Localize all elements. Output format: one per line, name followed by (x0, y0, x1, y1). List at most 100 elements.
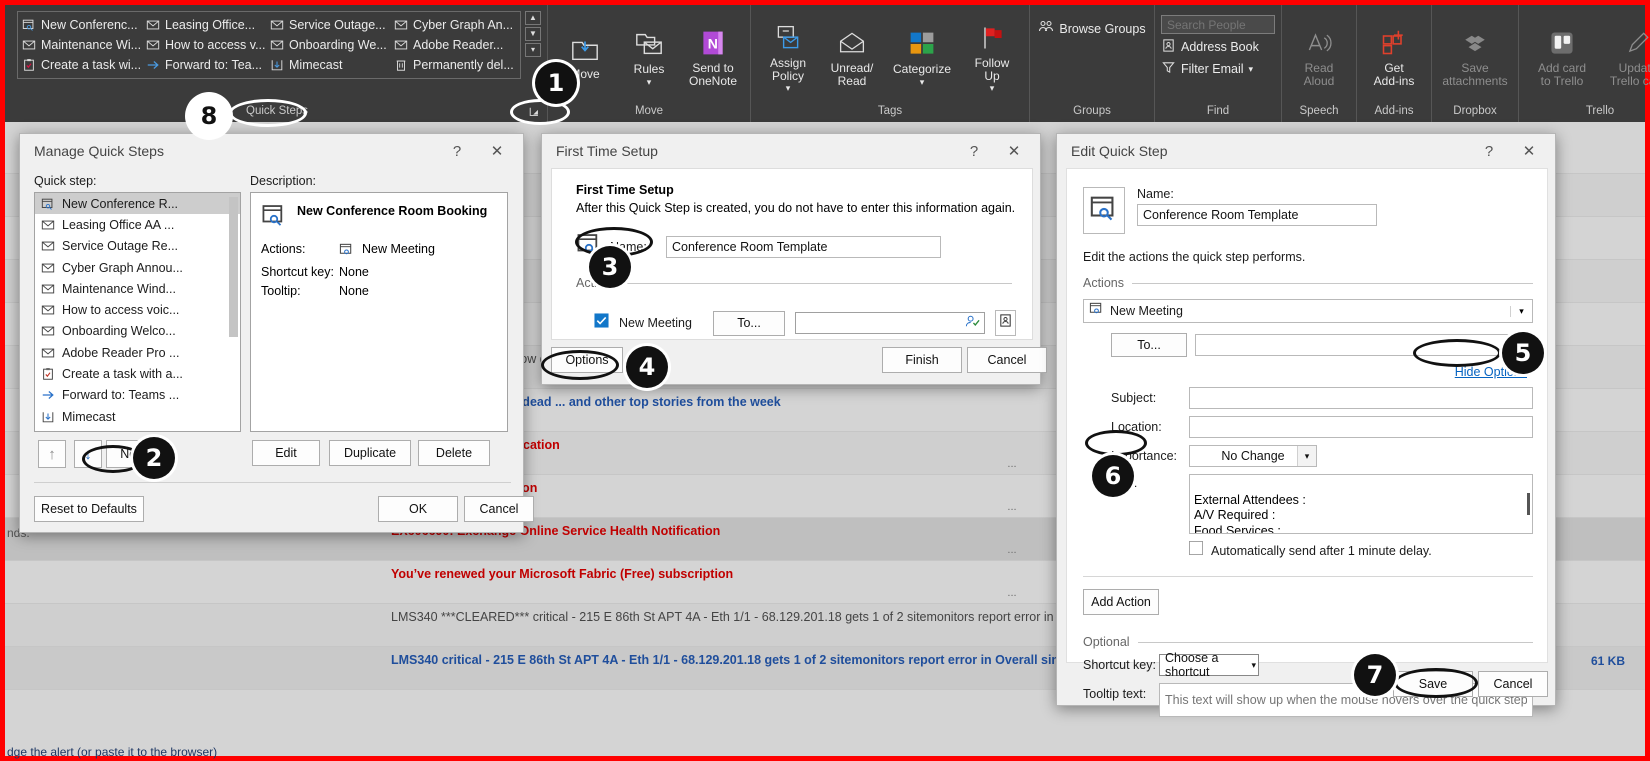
name-input[interactable] (666, 235, 941, 258)
list-item[interactable]: Create a task with a... (35, 363, 240, 384)
update-trello-card-button[interactable]: Update Trello card (1601, 23, 1650, 92)
to-button[interactable]: To... (713, 310, 785, 336)
options-button[interactable]: Options (551, 347, 623, 373)
assign-policy-button[interactable]: Assign Policy ▾ (757, 18, 819, 97)
auto-send-checkbox[interactable] (1189, 541, 1203, 560)
help-icon[interactable]: ? (1469, 136, 1509, 166)
list-item[interactable]: Onboarding Welco... (35, 321, 240, 342)
quick-steps-dialog-launcher[interactable] (527, 105, 541, 118)
quick-step-gallery-item[interactable]: Onboarding We... (270, 35, 392, 55)
to-button[interactable]: To... (1111, 333, 1187, 357)
callout-1: 1 (535, 62, 577, 104)
delete-button[interactable]: Delete (418, 440, 490, 466)
tooltip-text-input[interactable] (1159, 683, 1533, 717)
quick-step-gallery-item[interactable]: Forward to: Tea... (146, 55, 268, 75)
cancel-button[interactable]: Cancel (464, 496, 534, 522)
quick-steps-gallery[interactable]: New Conferenc... Leasing Office... Servi… (17, 11, 521, 79)
quick-step-gallery-item[interactable]: Service Outage... (270, 15, 392, 35)
quick-step-gallery-item[interactable]: Create a task wi... (22, 55, 144, 75)
list-scrollbar[interactable] (229, 195, 238, 431)
read-aloud-label: Read Aloud (1303, 60, 1335, 88)
new-meeting-checkbox[interactable] (594, 313, 609, 333)
close-icon[interactable]: ✕ (477, 136, 517, 166)
cancel-button[interactable]: Cancel (1478, 671, 1548, 697)
search-people-input[interactable] (1161, 15, 1275, 34)
list-item[interactable]: Adobe Reader Pro ... (35, 342, 240, 363)
list-item[interactable]: New Conference R... (35, 193, 240, 215)
shortcut-key-select[interactable]: Choose a shortcut ▾ (1159, 651, 1259, 679)
optional-section-label: Optional (1083, 635, 1130, 649)
save-button[interactable]: Save (1393, 671, 1473, 697)
clipboard-check-icon (41, 367, 55, 381)
move-up-button[interactable]: ↑ (38, 440, 66, 468)
filter-email-button[interactable]: Filter Email ▾ (1161, 60, 1275, 78)
list-item[interactable]: Service Outage Re... (35, 236, 240, 257)
quick-step-gallery-item[interactable]: Mimecast (270, 55, 392, 75)
quick-step-label: How to access v... (165, 38, 266, 52)
close-icon[interactable]: ✕ (994, 136, 1034, 166)
text-scrollbar[interactable] (1527, 493, 1530, 515)
browse-groups-button[interactable]: Browse Groups (1038, 19, 1146, 38)
help-icon[interactable]: ? (954, 136, 994, 166)
calendar-person-icon (261, 202, 287, 233)
add-card-to-trello-button[interactable]: Add card to Trello (1525, 23, 1599, 92)
gallery-scroll-up-button[interactable]: ▲ (525, 11, 541, 25)
trello-icon (1549, 26, 1575, 60)
rules-button[interactable]: Rules ▾ (618, 24, 680, 90)
quick-step-gallery-item[interactable]: Adobe Reader... (394, 35, 516, 55)
gallery-scroll-down-button[interactable]: ▼ (525, 27, 541, 41)
quick-step-gallery-item[interactable]: New Conferenc... (22, 15, 144, 35)
unread-read-button[interactable]: Unread/ Read (821, 23, 883, 92)
subject-input[interactable] (1189, 387, 1533, 409)
list-item[interactable]: Cyber Graph Annou... (35, 257, 240, 278)
importance-select[interactable]: No Change ▾ (1189, 445, 1317, 467)
name-input[interactable] (1137, 204, 1377, 226)
check-names-icon[interactable] (965, 314, 980, 332)
chevron-down-icon[interactable]: ▾ (1297, 446, 1316, 466)
chevron-down-icon[interactable]: ▾ (1251, 660, 1256, 671)
quick-step-label: New Conferenc... (41, 18, 138, 32)
send-to-onenote-button[interactable]: N Send to OneNote (682, 23, 744, 92)
reset-to-defaults-button[interactable]: Reset to Defaults (34, 496, 144, 522)
finish-button[interactable]: Finish (882, 347, 962, 373)
gallery-more-button[interactable]: ▾ (525, 43, 541, 57)
list-item[interactable]: Leasing Office AA ... (35, 214, 240, 235)
save-attachments-button[interactable]: Save attachments (1438, 23, 1512, 92)
location-input[interactable] (1189, 416, 1533, 438)
ok-button[interactable]: OK (378, 496, 458, 522)
to-recipients-input[interactable] (1195, 334, 1533, 356)
quick-steps-scroll-controls[interactable]: ▲ ▼ ▾ (525, 11, 541, 57)
quick-step-gallery-item[interactable]: Permanently del... (394, 55, 516, 75)
list-item[interactable]: Mimecast (35, 406, 240, 427)
read-aloud-button[interactable]: Read Aloud (1288, 23, 1350, 92)
calendar-person-icon (1089, 301, 1104, 321)
ribbon-group-groups: Browse Groups Groups (1030, 5, 1155, 122)
help-icon[interactable]: ? (437, 136, 477, 166)
divider (34, 482, 511, 483)
duplicate-button[interactable]: Duplicate (329, 440, 411, 466)
quick-step-gallery-item[interactable]: Maintenance Wi... (22, 35, 144, 55)
list-item[interactable]: How to access voic... (35, 299, 240, 320)
to-recipients-input[interactable] (795, 312, 985, 334)
edit-button[interactable]: Edit (252, 440, 320, 466)
move-down-button[interactable]: ↓ (74, 440, 102, 468)
chevron-down-icon[interactable]: ▾ (1510, 305, 1532, 317)
body-text-area[interactable]: External Attendees : A/V Required : Food… (1189, 474, 1533, 534)
categorize-button[interactable]: Categorize ▾ (885, 24, 959, 90)
get-addins-button[interactable]: Get Add-ins (1363, 23, 1425, 92)
quick-step-gallery-item[interactable]: Leasing Office... (146, 15, 268, 35)
address-book-button[interactable]: Address Book (1161, 38, 1275, 56)
close-icon[interactable]: ✕ (1509, 136, 1549, 166)
quick-step-label: Mimecast (289, 58, 343, 72)
list-item[interactable]: Maintenance Wind... (35, 278, 240, 299)
follow-up-button[interactable]: Follow Up ▾ (961, 18, 1023, 97)
list-item[interactable]: Forward to: Teams ... (35, 385, 240, 406)
action-type-select[interactable]: New Meeting ▾ (1083, 299, 1533, 323)
quick-step-list[interactable]: New Conference R... Leasing Office AA ..… (34, 192, 241, 432)
dropbox-icon (1461, 26, 1489, 60)
add-action-button[interactable]: Add Action (1083, 589, 1159, 615)
quick-step-gallery-item[interactable]: How to access v... (146, 35, 268, 55)
quick-step-gallery-item[interactable]: Cyber Graph An... (394, 15, 516, 35)
address-book-icon[interactable] (995, 310, 1016, 336)
cancel-button[interactable]: Cancel (967, 347, 1047, 373)
